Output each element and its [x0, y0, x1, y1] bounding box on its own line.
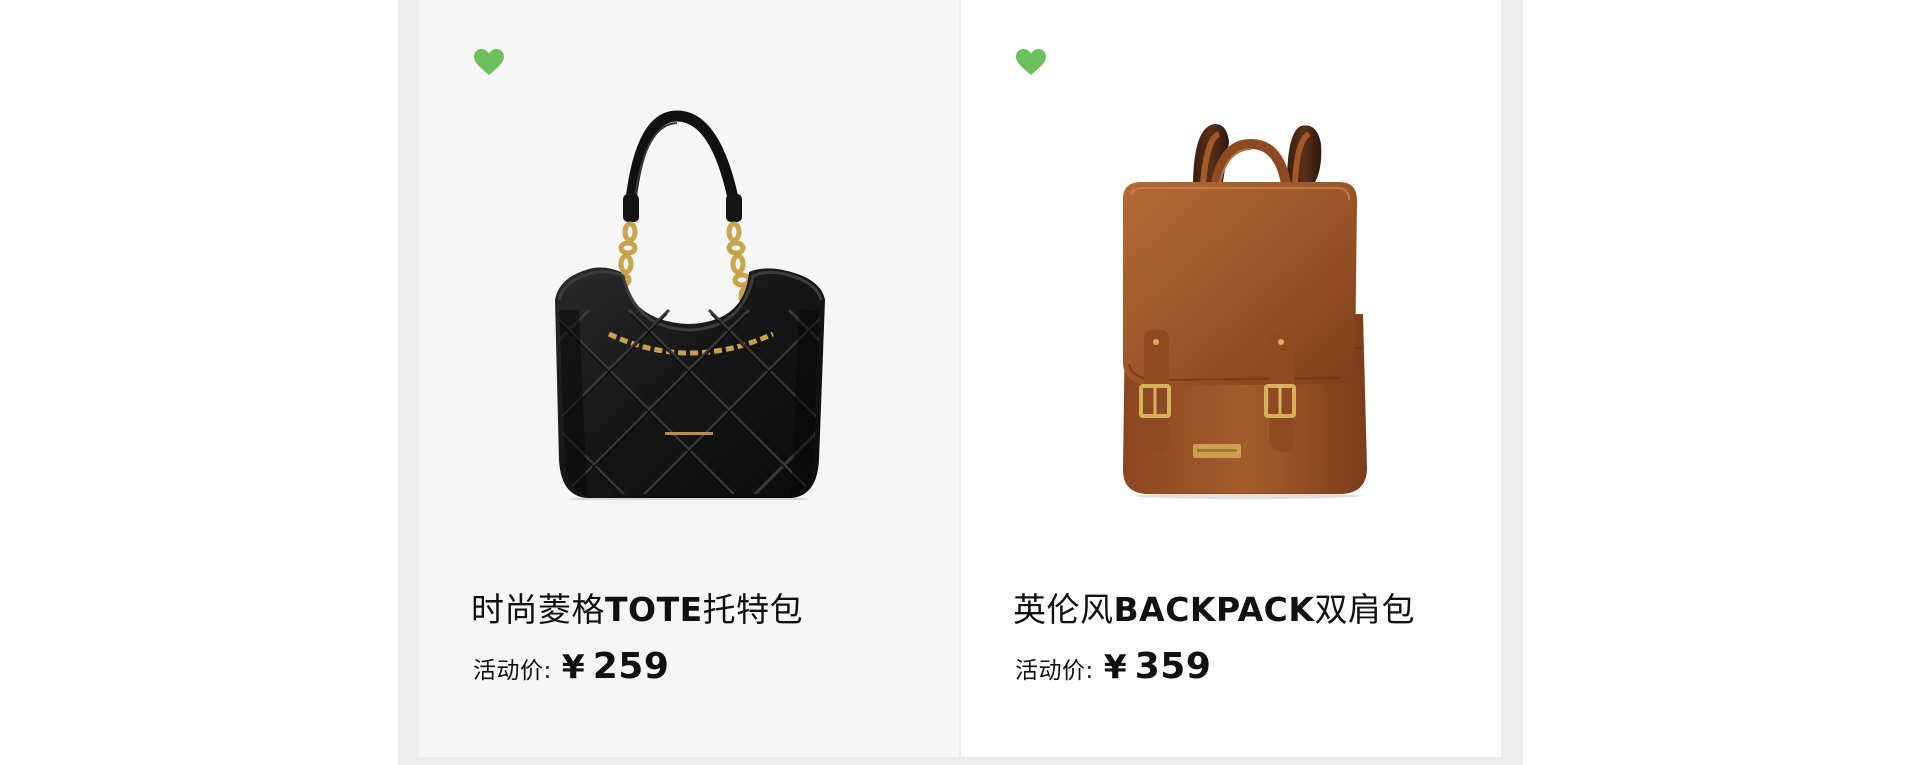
- price-value: 359: [1134, 646, 1212, 687]
- product-title[interactable]: 英伦风BACKPACK双肩包: [1013, 588, 1415, 632]
- title-english: TOTE: [605, 590, 703, 629]
- heart-icon[interactable]: [473, 48, 505, 76]
- price-label: 活动价:: [473, 658, 552, 684]
- price-label: 活动价:: [1015, 658, 1094, 684]
- product-grid: 时尚菱格TOTE托特包 活动价: ¥ 259 英伦风BACKPACK双肩包 活动…: [0, 0, 1920, 765]
- price-row: 活动价: ¥ 259: [473, 646, 669, 694]
- title-prefix: 英伦风: [1013, 590, 1114, 629]
- heart-icon[interactable]: [1015, 48, 1047, 76]
- product-image-backpack[interactable]: [1111, 118, 1381, 500]
- product-image-tote[interactable]: [529, 110, 849, 500]
- title-english: BACKPACK: [1113, 590, 1315, 629]
- currency-symbol: ¥: [561, 647, 585, 686]
- title-suffix: 双肩包: [1314, 590, 1415, 629]
- title-prefix: 时尚菱格: [471, 590, 605, 629]
- currency-symbol: ¥: [1103, 647, 1127, 686]
- product-title[interactable]: 时尚菱格TOTE托特包: [471, 588, 803, 632]
- product-card-tote[interactable]: 时尚菱格TOTE托特包 活动价: ¥ 259: [419, 0, 959, 757]
- price-row: 活动价: ¥ 359: [1015, 646, 1211, 694]
- product-card-backpack[interactable]: 英伦风BACKPACK双肩包 活动价: ¥ 359: [961, 0, 1501, 757]
- title-suffix: 托特包: [702, 590, 804, 629]
- price-value: 259: [592, 646, 670, 687]
